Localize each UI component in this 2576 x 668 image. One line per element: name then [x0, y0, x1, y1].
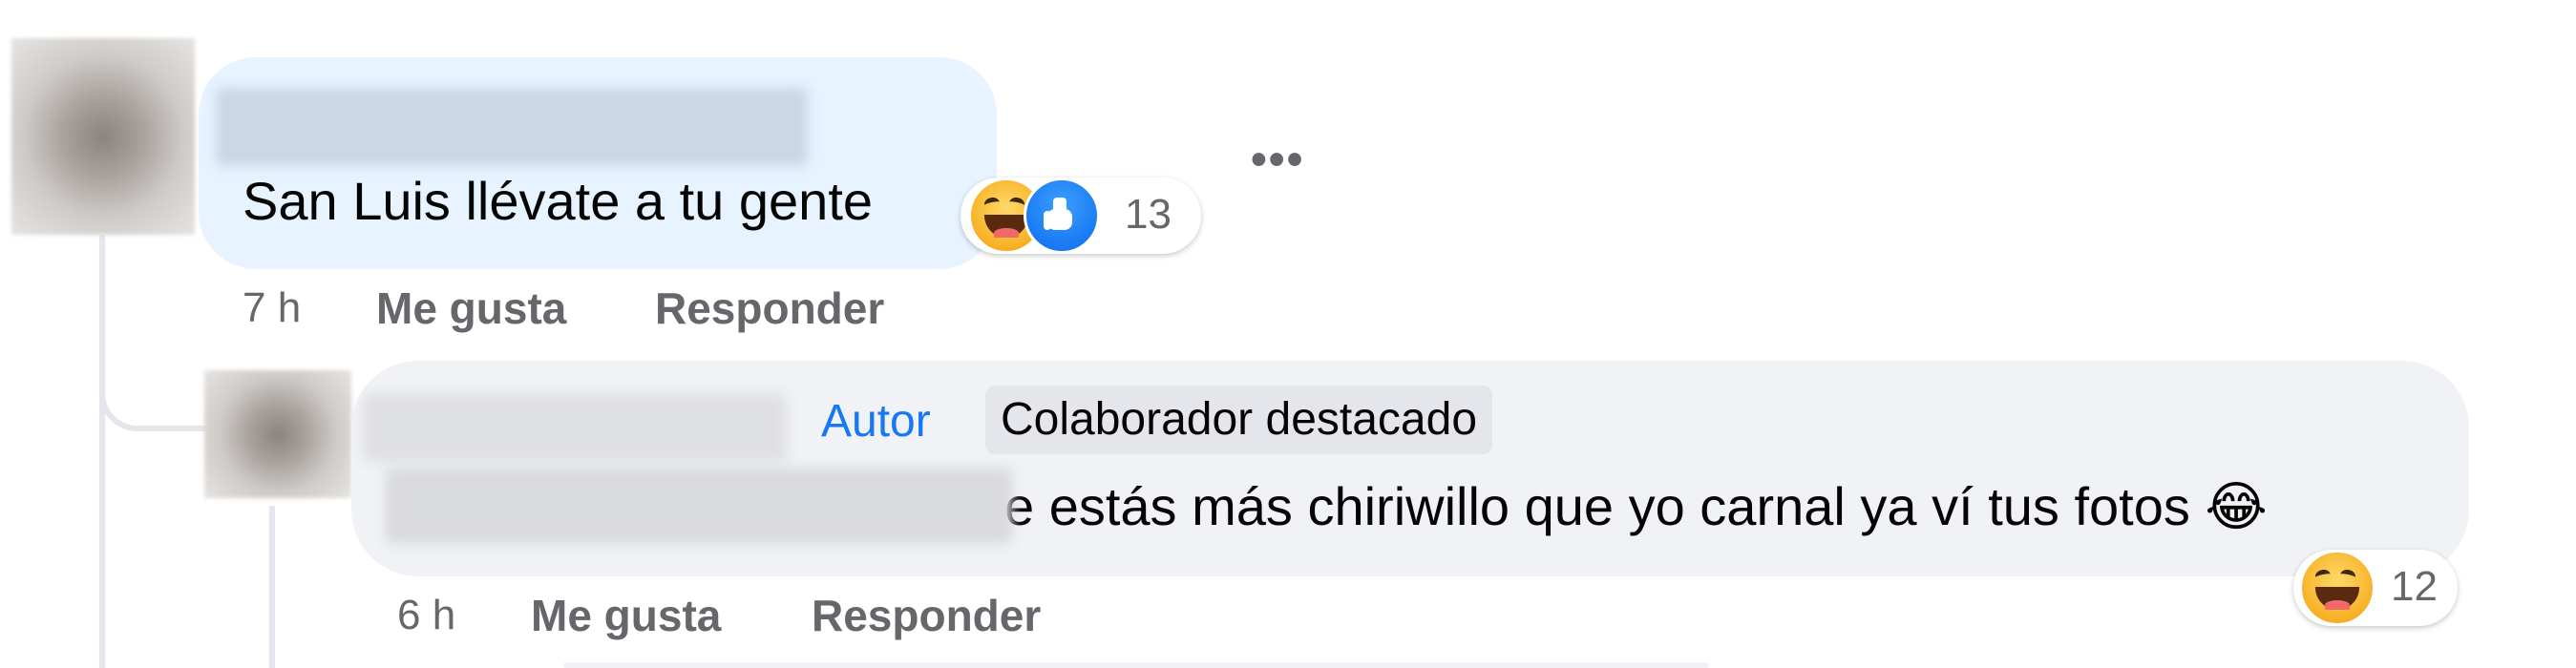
like-button[interactable]: Me gusta — [376, 282, 566, 334]
contributor-badge-label: Colaborador destacado — [1001, 394, 1478, 445]
haha-reaction-icon — [2299, 550, 2375, 626]
reply-time[interactable]: 6 h — [397, 592, 455, 639]
reply-avatar[interactable] — [204, 370, 351, 498]
reply-like-button[interactable]: Me gusta — [531, 590, 721, 641]
author-badge: Autor — [821, 396, 931, 447]
reaction-summary[interactable]: 13 — [961, 177, 1201, 254]
thread-line-reply — [269, 506, 275, 668]
more-options-icon[interactable]: ••• — [1251, 134, 1304, 186]
contributor-badge: Colaborador destacado — [985, 386, 1493, 454]
reply-bubble: Autor Colaborador destacado e estás más … — [351, 361, 2469, 576]
reply-author-name-redacted[interactable] — [363, 393, 787, 462]
reply-reply-button[interactable]: Responder — [812, 590, 1041, 641]
author-name-redacted[interactable] — [216, 88, 808, 166]
thread-line-elbow — [99, 324, 206, 431]
like-reaction-icon — [1024, 177, 1100, 254]
avatar[interactable] — [11, 38, 195, 235]
thread-line-main — [99, 235, 105, 668]
reaction-count: 13 — [1125, 191, 1172, 238]
reply-reaction-count: 12 — [2391, 563, 2438, 610]
comment-time[interactable]: 7 h — [243, 284, 301, 332]
comment-text: San Luis llévate a tu gente — [243, 171, 874, 231]
reply-text: e estás más chiriwillo que yo carnal ya … — [1004, 476, 2268, 536]
reply-button[interactable]: Responder — [655, 282, 884, 334]
comment-bubble: San Luis llévate a tu gente — [199, 57, 997, 269]
reply-text-redacted — [386, 468, 1012, 544]
reply-reaction-summary[interactable]: 12 — [2293, 550, 2458, 626]
next-reply-edge — [563, 662, 1709, 668]
